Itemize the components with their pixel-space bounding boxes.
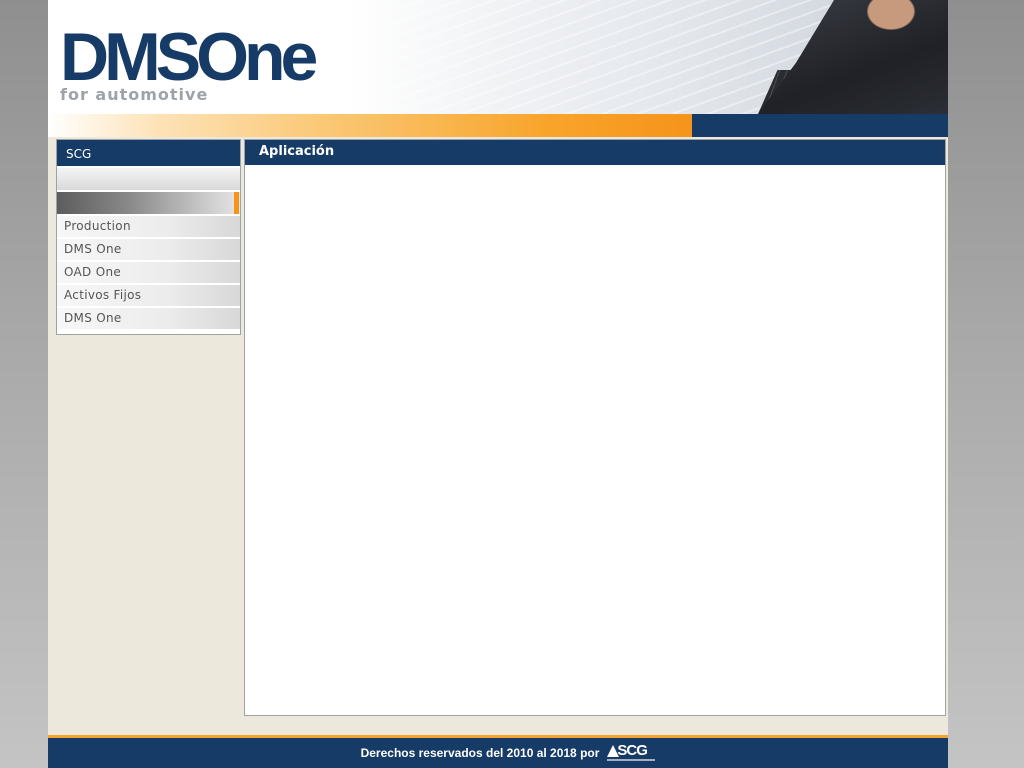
- dmsone-logo: DMSOne for automotive: [60, 22, 330, 106]
- scg-logo-text: SCG: [617, 742, 647, 759]
- sidebar-title: SCG: [57, 140, 240, 166]
- scg-logo-tagline: [607, 759, 656, 761]
- page-container: DMSOne for automotive SCG Production DMS…: [48, 0, 948, 768]
- header-banner: DMSOne for automotive: [48, 0, 948, 137]
- header-stripe-navy: [692, 114, 948, 137]
- footer: Derechos reservados del 2010 al 2018 por…: [48, 738, 948, 768]
- main-panel-title: Aplicación: [245, 140, 945, 165]
- sidebar-item-production[interactable]: Production: [57, 216, 240, 237]
- logo-subtitle: for automotive: [60, 85, 209, 104]
- scg-logo[interactable]: SCG: [607, 741, 656, 765]
- sidebar-item-active[interactable]: [57, 192, 240, 214]
- header-photo: [348, 0, 948, 114]
- sidebar-item-dms-one-2[interactable]: DMS One: [57, 308, 240, 329]
- active-accent: [234, 192, 239, 214]
- footer-copyright: Derechos reservados del 2010 al 2018 por: [360, 746, 600, 760]
- main-panel: Aplicación: [244, 139, 946, 716]
- header-stripe: [48, 114, 948, 137]
- logo-main-text: DMSOne: [60, 19, 318, 95]
- sidebar-blank-item: [57, 168, 240, 190]
- sidebar-item-oad-one[interactable]: OAD One: [57, 262, 240, 283]
- sidebar-menu: SCG Production DMS One OAD One Activos F…: [56, 139, 241, 335]
- sidebar-item-activos-fijos[interactable]: Activos Fijos: [57, 285, 240, 306]
- sidebar-item-dms-one[interactable]: DMS One: [57, 239, 240, 260]
